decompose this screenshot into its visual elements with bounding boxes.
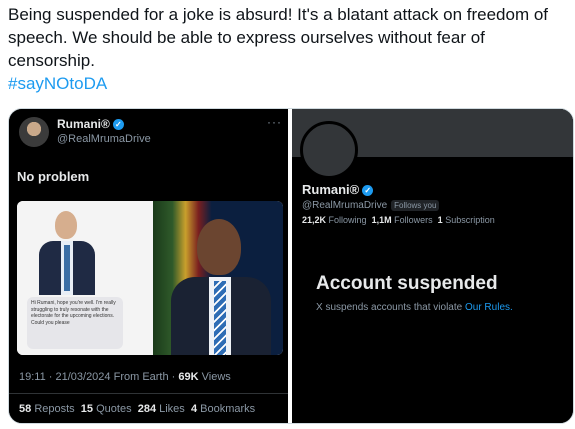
subscription-label[interactable]: Subscription (445, 215, 495, 225)
post-body: Being suspended for a joke is absurd! It… (8, 5, 549, 70)
timestamp: 19:11 · 21/03/2024 From Earth · (19, 371, 176, 383)
likes-label[interactable]: Likes (159, 403, 185, 415)
followers-count: 1,1M (371, 215, 392, 225)
name-text: Rumani® (57, 117, 110, 131)
sms-bubble: Hi Rumani, hope you're well. I'm really … (27, 297, 123, 349)
portrait-tie-2 (214, 281, 226, 355)
follows-you-badge: Follows you (391, 200, 440, 211)
display-name: Rumani® ✓ (57, 117, 124, 131)
bookmarks-count: 4 (190, 403, 198, 415)
media-grid[interactable]: Rumani® ✓ @RealMrumaDrive ··· No problem … (8, 108, 574, 424)
suspended-text: X suspends accounts that violate Our Rul… (316, 302, 513, 313)
handle: @RealMrumaDrive (57, 133, 151, 145)
portrait-head-2 (197, 219, 241, 275)
views-count: 69K (178, 371, 199, 383)
more-icon: ··· (267, 115, 282, 129)
likes-count: 284 (137, 403, 157, 415)
our-rules-link[interactable]: Our Rules. (465, 302, 513, 313)
verified-badge-icon: ✓ (362, 185, 374, 197)
profile-name: Rumani® ✓ (302, 182, 374, 197)
profile-name-text: Rumani® (302, 182, 360, 197)
views-label: Views (201, 371, 231, 383)
bookmarks-label[interactable]: Bookmarks (200, 403, 255, 415)
reposts-count: 58 (19, 403, 32, 415)
profile-handle-text: @RealMrumaDrive (302, 200, 388, 211)
portrait-head (55, 211, 77, 239)
post-meta: 19:11 · 21/03/2024 From Earth · 69K View… (19, 371, 231, 383)
photo-left-portrait: Hi Rumani, hope you're well. I'm really … (17, 201, 153, 355)
right-screenshot[interactable]: Rumani® ✓ @RealMrumaDrive Follows you 21,2… (292, 109, 573, 423)
profile-avatar (300, 121, 358, 179)
portrait-tie (64, 245, 70, 291)
subscription-count: 1 (437, 215, 443, 225)
suspended-text-body: X suspends accounts that violate (316, 302, 463, 313)
followers-label[interactable]: Followers (394, 215, 433, 225)
quotes-label[interactable]: Quotes (96, 403, 131, 415)
engagement-stats: 58 Reposts 15 Quotes 284 Likes 4 Bookmar… (19, 403, 255, 415)
post-text: Being suspended for a joke is absurd! It… (8, 3, 568, 95)
embedded-photo: Hi Rumani, hope you're well. I'm really … (17, 201, 283, 355)
photo-right-portrait (153, 201, 283, 355)
reply-text: No problem (17, 169, 90, 184)
quotes-count: 15 (80, 403, 94, 415)
verified-badge-icon: ✓ (112, 119, 124, 131)
left-screenshot[interactable]: Rumani® ✓ @RealMrumaDrive ··· No problem … (9, 109, 288, 423)
avatar (19, 117, 49, 147)
following-count: 21,2K (302, 215, 327, 225)
reposts-label[interactable]: Reposts (34, 403, 74, 415)
following-label[interactable]: Following (329, 215, 367, 225)
profile-counts: 21,2K Following 1,1M Followers 1 Subscri… (302, 215, 495, 225)
profile-handle: @RealMrumaDrive Follows you (302, 200, 440, 211)
divider (9, 393, 288, 394)
suspended-title: Account suspended (316, 273, 498, 294)
hashtag-link[interactable]: #sayNOtoDA (8, 72, 568, 95)
